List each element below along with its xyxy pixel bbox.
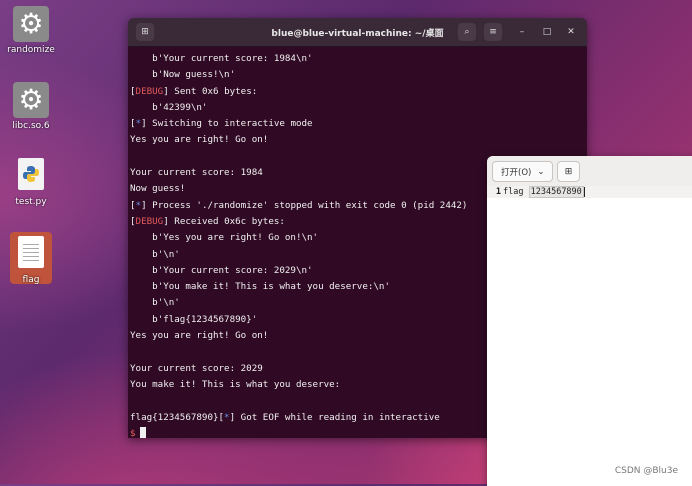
terminal-titlebar[interactable]: ⊞ blue@blue-virtual-machine: ~/桌面 ⌕ ≡ – …	[128, 18, 587, 47]
line-text: b'Now guess!\n'	[130, 69, 236, 81]
line-text: b'You make it! This is what you deserve:…	[130, 281, 390, 293]
line-text: b'flag{1234567890}'	[130, 313, 258, 325]
line-text: Yes you are right! Go on!	[130, 134, 269, 146]
gear-icon: ⚙	[13, 82, 49, 118]
terminal-line: [DEBUG] Sent 0x6 bytes:	[130, 84, 585, 100]
debug-tag: DEBUG	[135, 215, 164, 227]
line-text: ] Got EOF while reading in interactive	[229, 411, 440, 423]
shell-prompt: $	[130, 427, 136, 438]
line-text: b'Your current score: 2029\n'	[130, 264, 313, 276]
line-text: Your current score: 2029	[130, 362, 263, 374]
python-file-icon	[18, 158, 44, 190]
terminal-line: Yes you are right! Go on!	[130, 132, 585, 148]
close-icon[interactable]: ✕	[562, 23, 580, 41]
open-button[interactable]: 打开(O) ⌄	[492, 161, 554, 182]
new-document-icon[interactable]: ⊞	[557, 161, 580, 182]
terminal-line: [*] Switching to interactive mode	[130, 116, 585, 132]
desktop-icon-label: test.py	[15, 197, 47, 207]
text-file-icon	[18, 236, 44, 268]
menu-icon[interactable]: ≡	[484, 23, 502, 41]
gear-icon: ⚙	[13, 6, 49, 42]
selected-text: 1234567890	[528, 186, 584, 198]
line-text: b'\n'	[130, 297, 180, 309]
desktop-icon-test-py[interactable]: test.py	[0, 158, 62, 207]
line-number: 1	[495, 187, 501, 197]
line-text: flag	[503, 187, 524, 197]
watermark: CSDN @Blu3e	[614, 466, 678, 476]
chevron-down-icon: ⌄	[537, 166, 545, 177]
line-text: Your current score: 1984	[130, 167, 263, 179]
line-text: b'42399\n'	[130, 101, 208, 113]
terminal-line: b'Your current score: 1984\n'	[130, 51, 585, 67]
desktop-icon-flag[interactable]: flag	[0, 236, 62, 285]
desktop-icon-label: randomize	[7, 45, 55, 55]
desktop-icon-label: flag	[22, 275, 40, 285]
line-text: flag{1234567890}[	[130, 411, 225, 423]
line-text: b'Yes you are right! Go on!\n'	[130, 232, 319, 244]
line-text: b'\n'	[130, 248, 180, 260]
search-icon[interactable]: ⌕	[458, 23, 476, 41]
line-text: ] Received 0x6c bytes:	[163, 215, 285, 227]
terminal-cursor	[139, 426, 146, 438]
desktop-icon-label: libc.so.6	[12, 121, 50, 131]
editor-line[interactable]: 1 flag 1234567890	[487, 186, 692, 198]
desktop-icon-libc[interactable]: ⚙ libc.so.6	[0, 82, 62, 131]
maximize-icon[interactable]: □	[538, 23, 556, 41]
text-cursor	[583, 186, 585, 197]
minimize-icon[interactable]: –	[513, 23, 531, 41]
line-text: You make it! This is what you deserve:	[130, 378, 341, 390]
terminal-line: b'42399\n'	[130, 100, 585, 116]
text-editor-window[interactable]: 打开(O) ⌄ ⊞ 1 flag 1234567890	[487, 156, 692, 486]
line-text: b'Your current score: 1984\n'	[130, 53, 313, 64]
line-text: Now guess!	[130, 183, 186, 195]
editor-header: 打开(O) ⌄ ⊞	[487, 156, 692, 187]
line-text: ] Sent 0x6 bytes:	[163, 85, 258, 97]
line-text: ] Switching to interactive mode	[141, 118, 313, 130]
new-tab-icon[interactable]: ⊞	[136, 23, 154, 41]
line-text: ] Process './randomize' stopped with exi…	[141, 199, 468, 211]
desktop-icon-randomize[interactable]: ⚙ randomize	[0, 6, 62, 55]
line-text: Yes you are right! Go on!	[130, 330, 269, 342]
terminal-line: b'Now guess!\n'	[130, 67, 585, 83]
debug-tag: DEBUG	[135, 85, 164, 97]
